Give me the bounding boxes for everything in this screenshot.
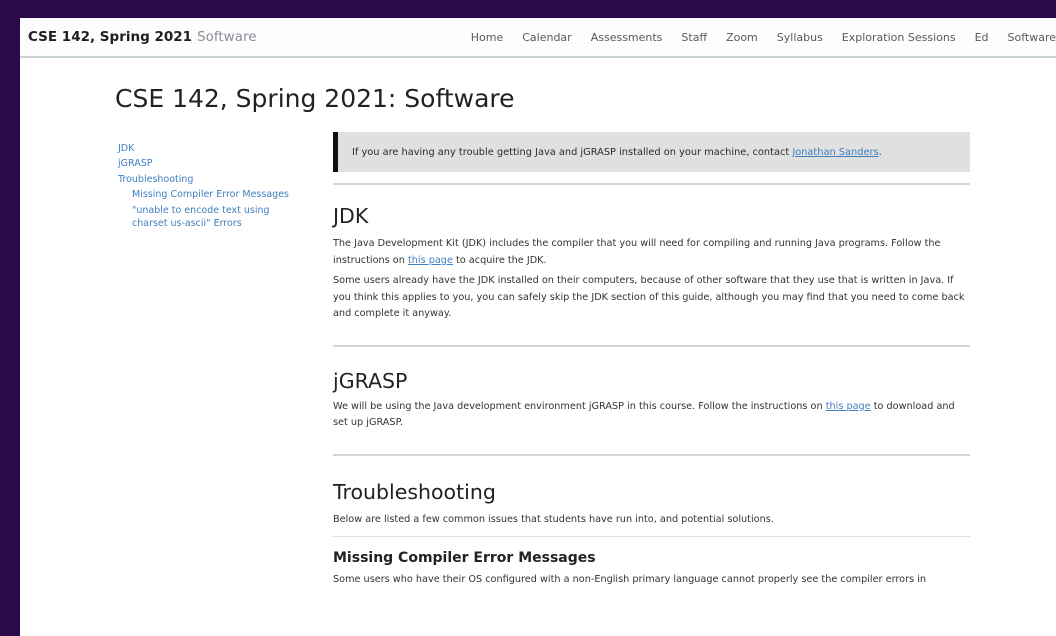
nav-links: Home Calendar Assessments Staff Zoom Syl…	[471, 31, 1056, 44]
toc-item-encoding-errors[interactable]: "unable to encode text using charset us-…	[132, 204, 298, 231]
main-content: If you are having any trouble getting Ja…	[333, 132, 970, 589]
troubleshooting-paragraph-1: Below are listed a few common issues tha…	[333, 513, 774, 525]
top-navbar: CSE 142, Spring 2021 Software Home Calend…	[20, 18, 1056, 58]
subsection-heading-missing-compiler: Missing Compiler Error Messages	[333, 550, 596, 566]
toc-item-missing-compiler-errors[interactable]: Missing Compiler Error Messages	[132, 188, 298, 201]
nav-link-ed[interactable]: Ed	[975, 31, 989, 44]
nav-link-exploration-sessions[interactable]: Exploration Sessions	[842, 31, 956, 44]
table-of-contents: JDK jGRASP Troubleshooting Missing Compi…	[118, 142, 298, 234]
jgrasp-paragraph-1: We will be using the Java development en…	[333, 399, 970, 432]
jdk-this-page-link[interactable]: this page	[408, 255, 453, 266]
section-heading-jdk: JDK	[333, 204, 369, 228]
nav-link-home[interactable]: Home	[471, 31, 503, 44]
callout-text-before: If you are having any trouble getting Ja…	[352, 146, 793, 158]
callout-text-after: .	[878, 146, 882, 158]
jgrasp-this-page-link[interactable]: this page	[826, 401, 871, 412]
jdk-paragraph-1: The Java Development Kit (JDK) includes …	[333, 236, 970, 269]
missing-compiler-paragraph-1: Some users who have their OS configured …	[333, 574, 927, 585]
section-divider	[333, 344, 970, 347]
nav-link-software[interactable]: Software	[1008, 31, 1056, 44]
toc-item-jgrasp[interactable]: jGRASP	[118, 157, 298, 170]
jdk-p1-text-after: to acquire the JDK.	[452, 254, 547, 266]
nav-link-zoom[interactable]: Zoom	[726, 31, 758, 44]
nav-link-calendar[interactable]: Calendar	[522, 31, 571, 44]
page-title: CSE 142, Spring 2021: Software	[115, 84, 515, 113]
subsection-divider	[333, 536, 970, 537]
jdk-paragraph-2: Some users already have the JDK installe…	[333, 275, 965, 319]
section-divider	[333, 453, 970, 456]
toc-item-jdk[interactable]: JDK	[118, 142, 298, 155]
help-callout: If you are having any trouble getting Ja…	[333, 132, 970, 172]
section-heading-troubleshooting: Troubleshooting	[333, 479, 496, 504]
nav-link-syllabus[interactable]: Syllabus	[777, 31, 823, 44]
brand-title[interactable]: CSE 142, Spring 2021	[28, 29, 192, 45]
site-brand[interactable]: CSE 142, Spring 2021 Software	[28, 29, 257, 45]
nav-link-assessments[interactable]: Assessments	[591, 31, 663, 44]
callout-text: If you are having any trouble getting Ja…	[352, 147, 882, 158]
contact-link[interactable]: Jonathan Sanders	[792, 147, 878, 158]
section-divider	[333, 183, 970, 185]
toc-item-troubleshooting[interactable]: Troubleshooting	[118, 173, 298, 186]
toc-sub-list: Missing Compiler Error Messages "unable …	[118, 188, 298, 231]
browser-viewport: CSE 142, Spring 2021 Software Home Calend…	[20, 18, 1056, 636]
jgrasp-p1-text: We will be using the Java development en…	[333, 400, 826, 412]
section-heading-jgrasp: jGRASP	[333, 368, 408, 393]
brand-subtitle[interactable]: Software	[197, 29, 257, 45]
nav-link-staff[interactable]: Staff	[681, 31, 707, 44]
